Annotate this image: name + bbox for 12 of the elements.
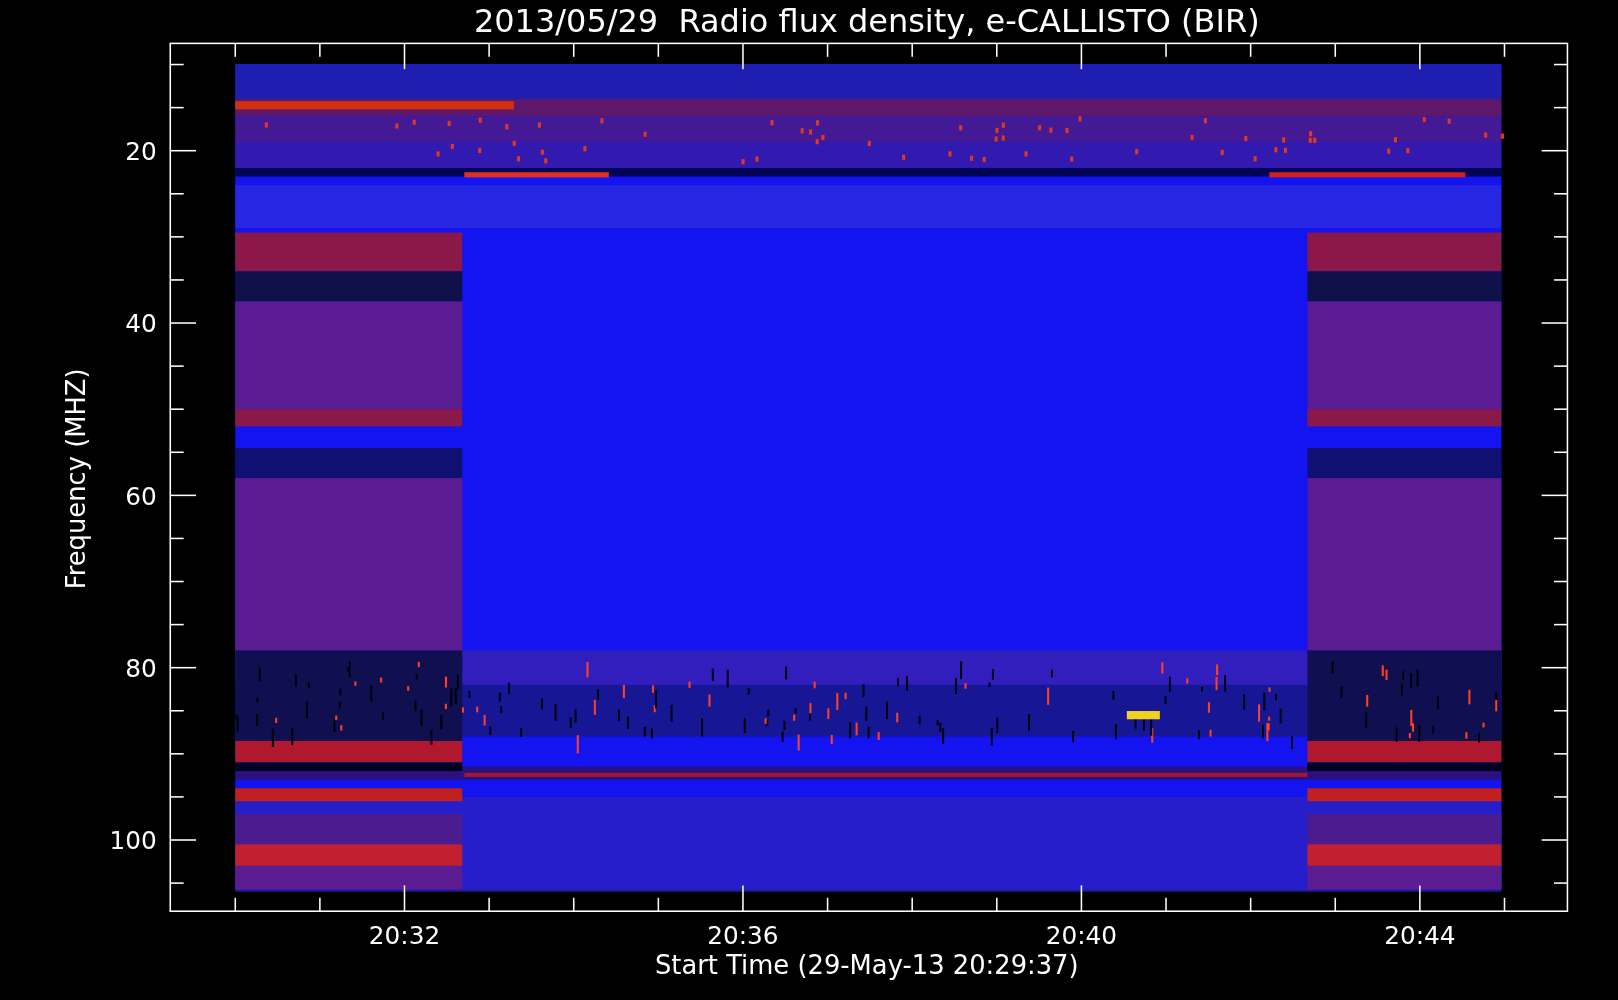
tick-label: 80: [125, 653, 157, 683]
chart-title: 2013/05/29 Radio flux density, e-CALLISTO (BIR): [473, 2, 1260, 41]
tick-label: 20:44: [1384, 921, 1456, 951]
tick-label: 20:32: [368, 921, 441, 951]
tick-label: 20:40: [1045, 921, 1118, 951]
tick-label: 60: [125, 481, 157, 511]
axis-label: Start Time (29-May-13 20:29:37): [654, 950, 1079, 981]
axis-label: Frequency (MHZ): [60, 368, 91, 590]
tick-label: 20: [125, 137, 157, 166]
tick-label: 40: [125, 309, 157, 339]
tick-label: 100: [109, 826, 157, 856]
tick-label: 20:36: [707, 921, 779, 951]
